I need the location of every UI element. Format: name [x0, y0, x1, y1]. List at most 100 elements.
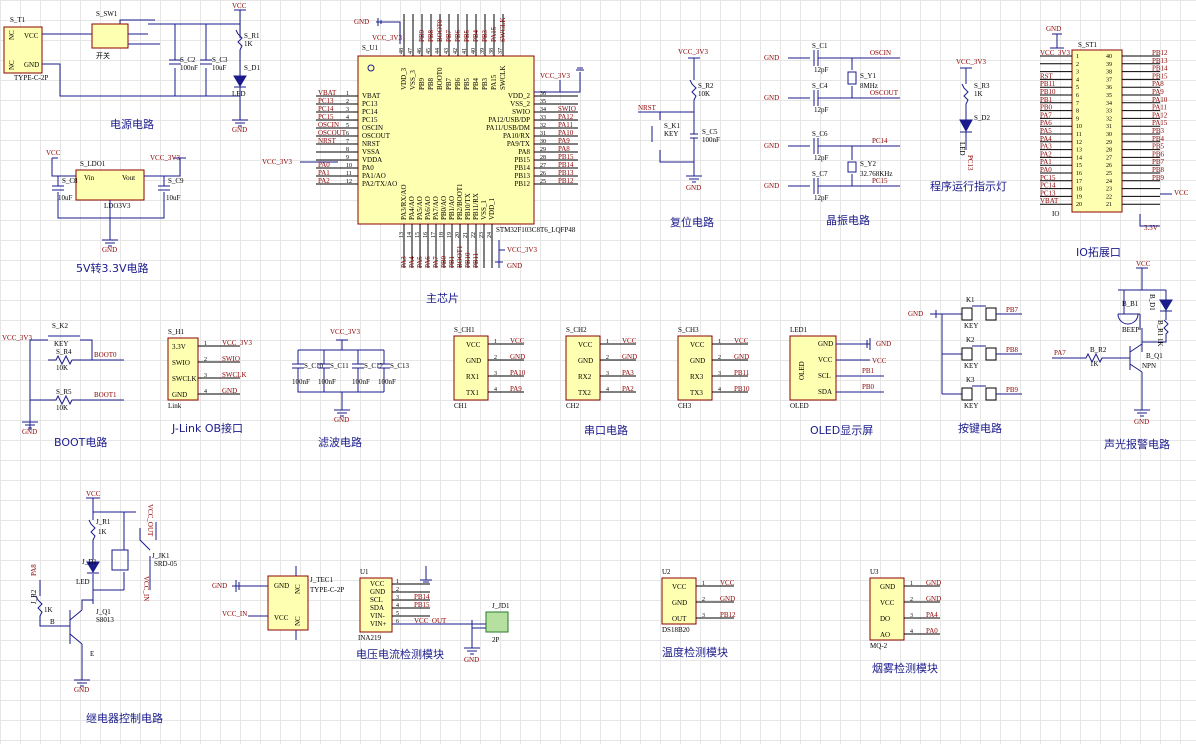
- io-right-pin-num: 29: [1106, 140, 1112, 146]
- boot-gnd-net: GND: [22, 428, 37, 436]
- filter-caps: S_C10100nFS_C11100nFS_C12100nFS_C13100nF: [292, 362, 410, 386]
- relay-b-label: B: [50, 618, 55, 626]
- oled-title: OLED显示屏: [810, 424, 873, 437]
- c6-ref: S_C6: [812, 130, 828, 138]
- io-33v-net: 3.3V: [1144, 224, 1158, 232]
- io-left-pin-num: 14: [1076, 155, 1082, 161]
- io-right-pin-net: PA11: [1152, 104, 1168, 112]
- io-left-pin-num: 9: [1076, 116, 1079, 122]
- s-c3-ref: S_C3: [212, 56, 228, 64]
- io-left-pin-num: 8: [1076, 109, 1079, 115]
- filter-circuit: VCC_3V3 S_C10100nFS_C11100nFS_C12100nFS_…: [292, 328, 410, 449]
- mcu-right-pin-name: PB15: [514, 156, 530, 164]
- mcu-left-pin-net: PC15: [318, 113, 334, 121]
- io-part: IO: [1052, 210, 1059, 218]
- mcu-right-pin-name: PB12: [514, 180, 530, 188]
- ina-pin-num: 1: [396, 579, 399, 585]
- typec-nc-pin: NC: [8, 30, 16, 40]
- mcu-bottom-pin-net: BOOT1: [456, 245, 464, 268]
- uart-part: CH3: [678, 402, 692, 410]
- io-right-pin-net: PB9: [1152, 174, 1165, 182]
- runled-r-val: 1K: [974, 90, 983, 98]
- key-body: [961, 347, 973, 361]
- mcu-bottom-pin-name: PB2/BOOT1: [456, 183, 464, 220]
- io-right-pin-num: 31: [1106, 124, 1112, 130]
- uart-pin-num: 2: [494, 355, 497, 361]
- reset-k-ref: S_K1: [664, 122, 680, 130]
- io-title: IO拓展口: [1076, 245, 1121, 259]
- ina-pin-num: 2: [396, 587, 399, 593]
- mcu-right-pin-net: PB12: [558, 177, 574, 185]
- jlink-pin-name: GND: [172, 391, 187, 399]
- mcu-bottom-pin-num: 23: [479, 232, 485, 238]
- uart-ref: S_CH1: [454, 326, 475, 334]
- relay-out-net: VCC_OUT: [146, 504, 154, 537]
- filter-title: 滤波电路: [318, 436, 362, 449]
- oscout-net: OSCOUT: [870, 89, 899, 97]
- mcu-right-pin-name: PA12/USB/DP: [488, 116, 530, 124]
- jlink-circuit: S_H1 Link 3.3V 1 VCC_3V3 SWIO 2 SWIO SWCLK 3 SWC…: [167, 328, 252, 435]
- mcu-circuit: S_U1 STM32F103C8T6_LQFP48 主芯片 GND VCC_3V…: [262, 14, 584, 305]
- c6-val: 12pF: [814, 154, 829, 162]
- tec-vcc-pin: VCC: [274, 614, 289, 622]
- uart-pin-num: 3: [606, 371, 609, 377]
- mcu-top-pin-name: PB3: [481, 77, 489, 90]
- mcu-top-pin-net: PB9: [418, 29, 426, 42]
- io-left-pin-num: 18: [1076, 187, 1082, 193]
- mcu-bottom-pin-name: PB0/AO: [440, 196, 448, 220]
- reset-r-val: 10K: [698, 90, 710, 98]
- uart-pin-name: GND: [466, 357, 481, 365]
- mcu-bottom-pin-net: PA3: [400, 256, 408, 268]
- ina219-circuit: U1 INA219 VCC 1 GND 2 SCL 3 PB14 SDA 4 PB15 VIN- 5 V…: [356, 566, 510, 664]
- alarm-r1-val: 1K: [1156, 338, 1164, 347]
- io-left-pin-num: 7: [1076, 101, 1079, 107]
- mcu-right-pin-num: 27: [540, 163, 546, 169]
- reset-nrst-net: NRST: [638, 104, 657, 112]
- mcu-left-pin-name: VBAT: [362, 92, 381, 100]
- jd1-ref: J_JD1: [492, 602, 510, 610]
- y1-ref: S_Y1: [860, 72, 876, 80]
- uart-pin-name: TX1: [466, 389, 479, 397]
- ina-ref: U1: [360, 568, 369, 576]
- c1-ref: S_C1: [812, 42, 828, 50]
- s-c9-ref: S_C9: [168, 177, 184, 185]
- mcu-right-pin-name: PA10/RX: [503, 132, 530, 140]
- ina-pin-num: 4: [396, 603, 399, 609]
- ina-pin-name: SDA: [370, 604, 384, 612]
- reset-title: 复位电路: [670, 215, 714, 229]
- io-left-pin-net: RST: [1040, 72, 1054, 80]
- power-title: 电源电路: [110, 117, 154, 131]
- mcu-right-pin-net: PA8: [558, 145, 570, 153]
- mcu-top-pin-name: SWCLK: [499, 66, 507, 91]
- key-items: K1 KEY PB7 K2 KEY PB8 K3 KEY PB9: [961, 296, 1022, 410]
- mcu-bottom-pin-num: 15: [415, 232, 421, 238]
- mcu-left-pin-net: OSCIN: [318, 121, 339, 129]
- c4-ref: S_C4: [812, 82, 828, 90]
- jd1-val: 2P: [492, 636, 500, 644]
- oled-scl-pin: SCL: [818, 372, 831, 380]
- io-right-pin-net: PB3: [1152, 127, 1165, 135]
- mcu-title: 主芯片: [426, 291, 459, 305]
- uart-circuit: S_CH1 CH1 VCC 1 VCC GND 2 GND RX1 3 PA10 TX1 4 PA9 S_C…: [453, 326, 750, 410]
- mcu-bottom-pin-net: PB11: [472, 252, 480, 268]
- mq2-pin-num: 3: [910, 613, 913, 619]
- mcu-left-pin-num: 1: [346, 91, 349, 97]
- alarm-vcc-net: VCC: [1136, 260, 1151, 268]
- typec-gnd-pin: GND: [24, 61, 39, 69]
- filter-gnd-net: GND: [334, 416, 349, 424]
- mcu-ref: S_U1: [362, 44, 378, 52]
- mcu-top-pin-num: 44: [435, 48, 441, 54]
- alarm-net: PA7: [1054, 349, 1066, 357]
- mcu-bottom-pin-net: PA5: [416, 256, 424, 268]
- jlink-pin-net: VCC_3V3: [222, 339, 252, 347]
- mcu-left-pin-num: 10: [346, 163, 352, 169]
- io-right-pin-net: PA12: [1152, 111, 1168, 119]
- key-body: [961, 307, 973, 321]
- oled-vcc-pin: VCC: [818, 356, 833, 364]
- jlink-pin-name: SWIO: [172, 359, 190, 367]
- mcu-part: STM32F103C8T6_LQFP48: [496, 226, 576, 234]
- mq2-part: MQ-2: [870, 642, 888, 650]
- oled-scl-net: PB1: [862, 367, 875, 375]
- io-left-pin-num: 19: [1076, 194, 1082, 200]
- ldo-ref: S_LDO1: [80, 160, 106, 168]
